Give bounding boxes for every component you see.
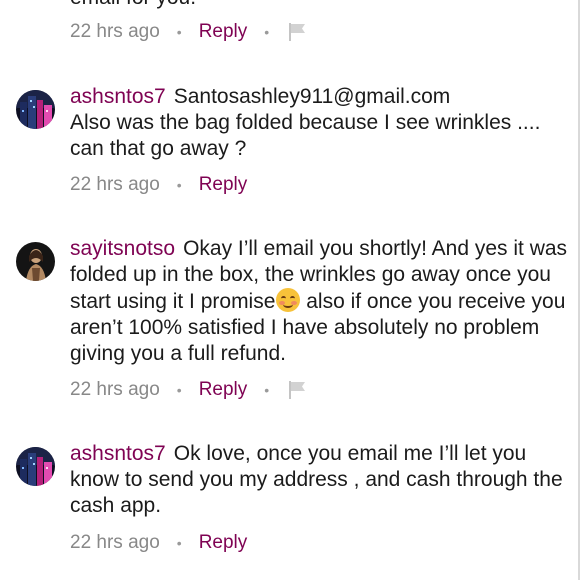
comment-body: sayitsnotso Okay I’ll email you shortly! … — [70, 236, 568, 367]
comment-timestamp: 22 hrs ago — [70, 21, 160, 42]
comment-username[interactable]: sayitsnotso — [70, 237, 175, 260]
reply-button[interactable]: Reply — [199, 21, 248, 43]
separator-dot: • — [176, 535, 182, 551]
comment-username[interactable]: ashsntos7 — [70, 442, 166, 465]
comment-text: Santosashley911@gmail.com — [173, 85, 451, 108]
separator-dot: • — [264, 24, 270, 40]
avatar[interactable] — [16, 90, 55, 129]
comment-text-continued: Also was the bag folded because I see wr… — [70, 111, 541, 160]
avatar[interactable] — [16, 242, 55, 281]
comment-body: ashsntos7 Santosashley911@gmail.com Also … — [70, 84, 568, 162]
person-portrait-avatar-image — [16, 242, 55, 281]
separator-dot: • — [176, 382, 182, 398]
comment-timestamp: 22 hrs ago — [70, 174, 160, 195]
separator-dot: • — [264, 382, 270, 398]
previous-comment-meta: 22 hrs ago • Reply • — [70, 19, 308, 45]
reply-button[interactable]: Reply — [199, 379, 248, 401]
flag-icon[interactable] — [288, 22, 308, 42]
comment-body: ashsntos7 Ok love, once you email me I’ll… — [70, 441, 568, 519]
comment-meta: 22 hrs ago • Reply — [70, 172, 247, 198]
city-night-avatar-image — [16, 447, 55, 486]
separator-dot: • — [176, 24, 182, 40]
city-night-avatar-image — [16, 90, 55, 129]
avatar[interactable] — [16, 447, 55, 486]
previous-comment-text: email for you. — [70, 0, 196, 10]
flag-icon[interactable] — [288, 380, 308, 400]
reply-button[interactable]: Reply — [199, 174, 248, 196]
smiling-face-icon — [276, 288, 301, 312]
comment-username[interactable]: ashsntos7 — [70, 85, 166, 108]
reply-button[interactable]: Reply — [199, 532, 248, 554]
comment-timestamp: 22 hrs ago — [70, 379, 160, 400]
comment-meta: 22 hrs ago • Reply • — [70, 377, 308, 403]
comment-meta: 22 hrs ago • Reply — [70, 530, 247, 556]
comments-thread: email for you. 22 hrs ago • Reply • ash — [0, 0, 580, 580]
comment-timestamp: 22 hrs ago — [70, 532, 160, 553]
separator-dot: • — [176, 177, 182, 193]
